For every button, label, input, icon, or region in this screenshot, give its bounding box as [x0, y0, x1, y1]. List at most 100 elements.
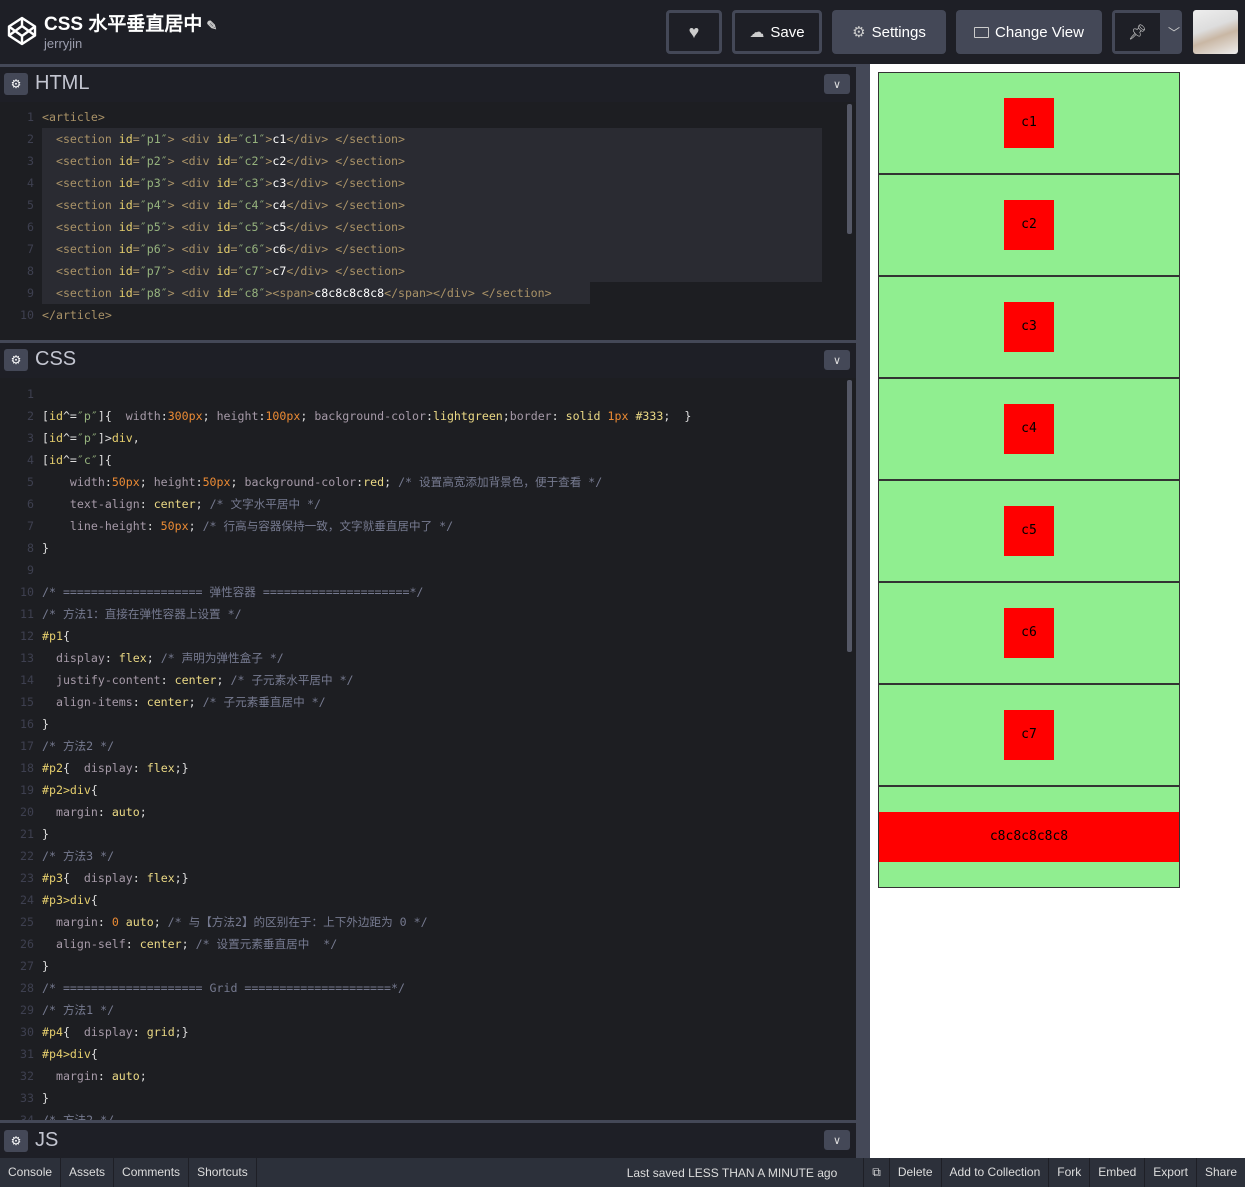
assets-button[interactable]: Assets: [61, 1158, 115, 1187]
code-line[interactable]: 25 margin: 0 auto; /* 与【方法2】的区别在于：上下外边距为…: [0, 911, 856, 933]
code-token: ^=: [62, 453, 77, 467]
code-line[interactable]: 33}: [0, 1087, 856, 1109]
open-new-window-icon[interactable]: ⧉: [863, 1158, 889, 1187]
code-line[interactable]: 10 /* ==================== 弹性容器 =========…: [0, 581, 856, 603]
code-line[interactable]: 3 <section id=″p2″> <div id=″c2″>c2</div…: [0, 150, 856, 172]
code-line[interactable]: 8}: [0, 537, 856, 559]
line-number: 28: [20, 981, 34, 995]
change-view-button[interactable]: Change View: [956, 10, 1102, 54]
code-text: text-align: center; /* 文字水平居中 */: [42, 493, 321, 515]
code-line[interactable]: 9: [0, 559, 856, 581]
code-line[interactable]: 10 </article>: [0, 304, 856, 326]
code-line[interactable]: 15 align-items: center; /* 子元素垂直居中 */: [0, 691, 856, 713]
css-settings-gear-icon[interactable]: ⚙: [4, 348, 28, 371]
chevron-down-icon[interactable]: ﹀: [1168, 24, 1180, 41]
code-line[interactable]: 6 <section id=″p5″> <div id=″c5″>c5</div…: [0, 216, 856, 238]
code-line[interactable]: 7 line-height: 50px; /* 行高与容器保持一致，文字就垂直居…: [0, 515, 856, 537]
user-avatar[interactable]: [1193, 10, 1238, 54]
code-line[interactable]: 13 display: flex; /* 声明为弹性盒子 */: [0, 647, 856, 669]
line-number: 22: [20, 849, 34, 863]
code-line[interactable]: 29 /* 方法1 */: [0, 999, 856, 1021]
console-button[interactable]: Console: [0, 1158, 62, 1187]
code-line[interactable]: 2 <section id=″p1″> <div id=″c1″>c1</div…: [0, 128, 856, 150]
code-line[interactable]: 23 #p3{ display: flex;}: [0, 867, 856, 889]
settings-label: Settings: [871, 23, 926, 41]
comments-button[interactable]: Comments: [114, 1158, 190, 1187]
code-line[interactable]: 34 /* 方法2 */: [0, 1109, 856, 1120]
add-to-collection-button[interactable]: Add to Collection: [940, 1158, 1049, 1187]
preview-box: c3: [1004, 302, 1054, 352]
shortcuts-button[interactable]: Shortcuts: [189, 1158, 257, 1187]
code-line[interactable]: 32 margin: auto;: [0, 1065, 856, 1087]
code-line[interactable]: 4 <section id=″p3″> <div id=″c3″>c3</div…: [0, 172, 856, 194]
code-line[interactable]: 12 #p1{: [0, 625, 856, 647]
code-line[interactable]: 30 #p4{ display: grid;}: [0, 1021, 856, 1043]
code-token: :: [132, 871, 147, 885]
code-line[interactable]: 6 text-align: center; /* 文字水平居中 */: [0, 493, 856, 515]
html-panel-header: ⚙ HTML ∨: [0, 64, 856, 100]
code-line[interactable]: 14 justify-content: center; /* 子元素水平居中 *…: [0, 669, 856, 691]
code-text: margin: auto;: [42, 801, 147, 823]
code-token: =: [132, 286, 140, 300]
code-line[interactable]: 24 #p3>div{: [0, 889, 856, 911]
code-line[interactable]: 5 <section id=″p4″> <div id=″c4″>c4</div…: [0, 194, 856, 216]
pen-title[interactable]: CSS 水平垂直居中 ✎: [44, 9, 217, 36]
export-button[interactable]: Export: [1144, 1158, 1196, 1187]
code-token: {: [62, 629, 70, 643]
css-editor[interactable]: 1 2 [id^=″p″]{ width:300px; height:100px; …: [0, 378, 856, 1120]
js-panel-collapse-chevron-icon[interactable]: ∨: [824, 1130, 850, 1150]
codepen-logo-icon[interactable]: [6, 15, 38, 47]
code-token: #333: [635, 409, 664, 423]
html-panel-collapse-chevron-icon[interactable]: ∨: [824, 74, 850, 94]
love-button[interactable]: ♥: [666, 10, 722, 54]
code-token: ″c8″: [237, 286, 266, 300]
css-panel-collapse-chevron-icon[interactable]: ∨: [824, 350, 850, 370]
code-line[interactable]: 1 <article>: [0, 106, 856, 128]
save-button[interactable]: ☁ Save: [732, 10, 822, 54]
code-text: justify-content: center; /* 子元素水平居中 */: [42, 669, 354, 691]
html-editor[interactable]: 1 <article> 2 <section id=″p1″> <div id=″c…: [0, 102, 856, 340]
code-line[interactable]: 5 width:50px; height:50px; background-co…: [0, 471, 856, 493]
code-line[interactable]: 2 [id^=″p″]{ width:300px; height:100px; b…: [0, 405, 856, 427]
preview-box: c6: [1004, 608, 1054, 658]
code-line[interactable]: 28 /* ==================== Grid =========…: [0, 977, 856, 999]
pencil-icon[interactable]: ✎: [206, 18, 217, 33]
code-line[interactable]: 4 [id^=″c″]{: [0, 449, 856, 471]
code-line[interactable]: 31 #p4>div{: [0, 1043, 856, 1065]
js-settings-gear-icon[interactable]: ⚙: [4, 1129, 28, 1152]
code-token: 1px: [607, 409, 636, 423]
code-line[interactable]: 1: [0, 383, 856, 405]
code-token: ;}: [174, 871, 189, 885]
share-button[interactable]: Share: [1195, 1158, 1245, 1187]
code-line[interactable]: 3 [id^=″p″]>div,: [0, 427, 856, 449]
code-line[interactable]: 26 align-self: center; /* 设置元素垂直居中 */: [0, 933, 856, 955]
pin-icon[interactable]: 📌︎: [1115, 13, 1160, 51]
delete-button[interactable]: Delete: [888, 1158, 941, 1187]
code-line[interactable]: 21}: [0, 823, 856, 845]
code-line[interactable]: 8 <section id=″p7″> <div id=″c7″>c7</div…: [0, 260, 856, 282]
code-token: display: [83, 1025, 133, 1039]
fork-button[interactable]: Fork: [1048, 1158, 1089, 1187]
code-line[interactable]: 27}: [0, 955, 856, 977]
resize-handle[interactable]: [856, 64, 870, 1158]
embed-button[interactable]: Embed: [1089, 1158, 1144, 1187]
code-line[interactable]: 18 #p2{ display: flex;}: [0, 757, 856, 779]
code-line[interactable]: 9 <section id=″p8″> <div id=″c8″><span>c…: [0, 282, 856, 304]
code-token: id: [118, 132, 133, 146]
code-line[interactable]: 22 /* 方法3 */: [0, 845, 856, 867]
code-token: :: [104, 651, 119, 665]
code-line[interactable]: 11 /* 方法1：直接在弹性容器上设置 */: [0, 603, 856, 625]
author-name[interactable]: jerryjin: [44, 36, 82, 51]
code-line[interactable]: 19 #p2>div{: [0, 779, 856, 801]
settings-button[interactable]: ⚙ Settings: [832, 10, 946, 54]
code-token: ;: [230, 475, 245, 489]
code-line[interactable]: 17 /* 方法2 */: [0, 735, 856, 757]
code-line[interactable]: 7 <section id=″p6″> <div id=″c6″>c6</div…: [0, 238, 856, 260]
code-token: }: [42, 959, 49, 973]
cloud-icon: ☁: [749, 24, 765, 41]
code-line[interactable]: 20 margin: auto;: [0, 801, 856, 823]
html-settings-gear-icon[interactable]: ⚙: [4, 72, 28, 95]
code-line[interactable]: 16}: [0, 713, 856, 735]
code-token: }: [42, 1091, 49, 1105]
code-text: /* ==================== 弹性容器 ===========…: [42, 581, 423, 603]
